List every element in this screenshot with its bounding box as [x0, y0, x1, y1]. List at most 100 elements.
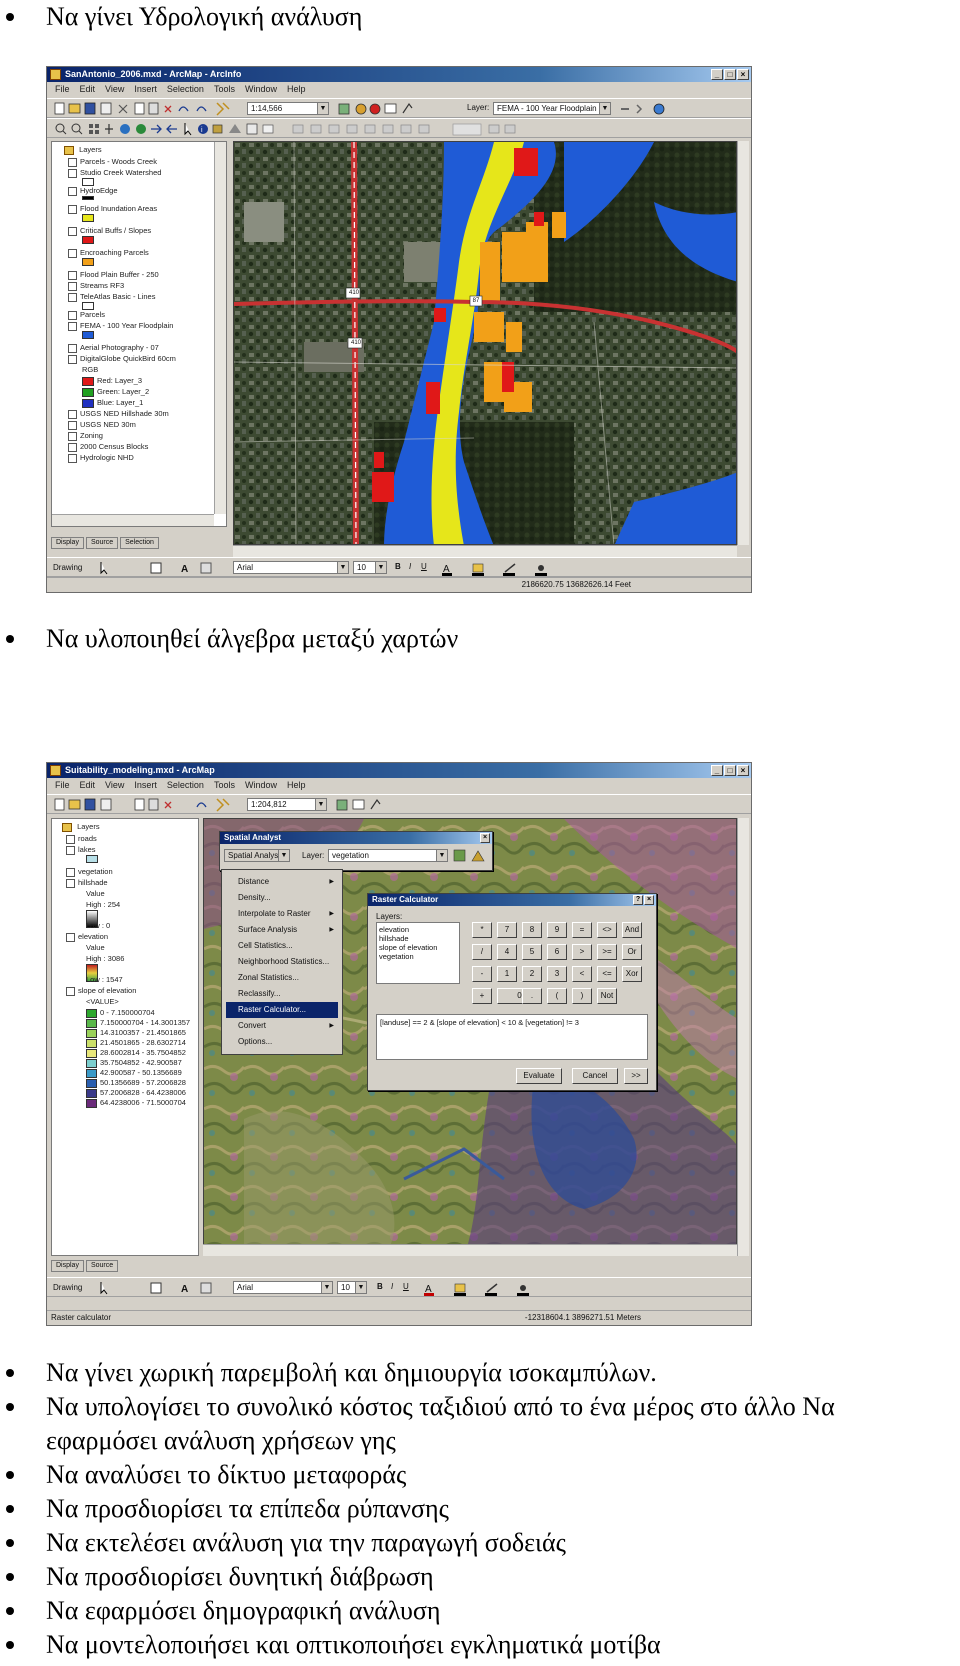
- calc-key[interactable]: *: [472, 922, 492, 938]
- tab-source[interactable]: Source: [85, 537, 119, 549]
- calc-key[interactable]: (: [547, 988, 567, 1004]
- tab-source[interactable]: Source: [85, 1260, 119, 1272]
- calc-key[interactable]: +: [472, 988, 492, 1004]
- editor-toolbar-icons[interactable]: [337, 99, 447, 119]
- map-vscrollbar[interactable]: [737, 141, 749, 545]
- layer-visibility-checkbox[interactable]: [68, 168, 77, 178]
- bold-button[interactable]: B: [395, 562, 401, 571]
- toc-layer-row[interactable]: Studio Creek Watershed: [68, 167, 161, 178]
- toc-layer-row[interactable]: Flood Inundation Areas: [68, 203, 157, 214]
- toc-layer-row[interactable]: USGS NED 30m: [68, 419, 136, 430]
- maximize-button[interactable]: □: [724, 765, 736, 776]
- menu-file[interactable]: File: [55, 778, 70, 792]
- drawing-menu[interactable]: Drawing: [53, 1283, 82, 1292]
- spatial-analyst-icons[interactable]: [452, 848, 488, 864]
- layer-option[interactable]: vegetation: [379, 952, 457, 961]
- menu-help[interactable]: Help: [287, 82, 306, 96]
- toc-layer-row[interactable]: Flood Plain Buffer - 250: [68, 269, 159, 280]
- calc-key[interactable]: 2: [522, 966, 542, 982]
- map-hscrollbar[interactable]: [203, 1244, 737, 1256]
- calc-key[interactable]: .: [522, 988, 542, 1004]
- toc-layer-row[interactable]: lakes: [66, 844, 96, 855]
- calc-key[interactable]: -: [472, 966, 492, 982]
- layer-visibility-checkbox[interactable]: [68, 157, 77, 167]
- map-hscrollbar[interactable]: [233, 545, 737, 557]
- menu-window[interactable]: Window: [245, 778, 277, 792]
- layer-visibility-checkbox[interactable]: [68, 281, 77, 291]
- minimize-button[interactable]: _: [711, 765, 723, 776]
- drawing-menu[interactable]: Drawing: [53, 563, 82, 572]
- menu-item[interactable]: Distance ▶: [226, 874, 338, 890]
- font-combo[interactable]: Arial ▼: [233, 561, 349, 574]
- expression-box[interactable]: [landuse] == 2 & [slope of elevation] < …: [376, 1014, 648, 1060]
- close-button[interactable]: ×: [737, 765, 749, 776]
- toc-layer-row[interactable]: Encroaching Parcels: [68, 247, 149, 258]
- calc-key[interactable]: 9: [547, 922, 567, 938]
- underline-button[interactable]: U: [403, 1282, 409, 1291]
- calc-key[interactable]: >: [572, 944, 592, 960]
- menu-view[interactable]: View: [105, 82, 124, 96]
- layer-visibility-checkbox[interactable]: [68, 431, 77, 441]
- menu-item[interactable]: Interpolate to Raster ▶: [226, 906, 338, 922]
- italic-button[interactable]: I: [409, 562, 411, 571]
- calc-key[interactable]: <: [572, 966, 592, 982]
- toc-layer-row[interactable]: Zoning: [68, 430, 103, 441]
- standard-toolbar-icons[interactable]: [53, 795, 253, 815]
- font-size-combo[interactable]: 10 ▼: [337, 1281, 367, 1294]
- maximize-button[interactable]: □: [724, 69, 736, 80]
- calc-key[interactable]: Not: [597, 988, 617, 1004]
- calc-key[interactable]: =: [572, 922, 592, 938]
- calc-key[interactable]: <>: [597, 922, 617, 938]
- toc-layer-row[interactable]: Parcels: [68, 309, 105, 320]
- layer-visibility-checkbox[interactable]: [66, 845, 75, 855]
- tab-display[interactable]: Display: [51, 1260, 84, 1272]
- menu-file[interactable]: File: [55, 82, 70, 96]
- tab-display[interactable]: Display: [51, 537, 84, 549]
- font-size-combo[interactable]: 10 ▼: [353, 561, 387, 574]
- layers-listbox[interactable]: elevation hillshade slope of elevation v…: [376, 922, 460, 984]
- menu-view[interactable]: View: [105, 778, 124, 792]
- layer-visibility-checkbox[interactable]: [68, 310, 77, 320]
- calc-key[interactable]: 5: [522, 944, 542, 960]
- toc-layer-row[interactable]: slope of elevation: [66, 985, 136, 996]
- menu-insert[interactable]: Insert: [134, 82, 157, 96]
- menu-item[interactable]: Neighborhood Statistics...: [226, 954, 338, 970]
- calc-key[interactable]: Xor: [622, 966, 642, 982]
- calc-key[interactable]: 1: [497, 966, 517, 982]
- toc-layer-row[interactable]: Critical Buffs / Slopes: [68, 225, 151, 236]
- drawing-tools-icons[interactable]: A: [97, 558, 227, 578]
- menu-tools[interactable]: Tools: [214, 82, 235, 96]
- menu-edit[interactable]: Edit: [80, 778, 96, 792]
- menu-edit[interactable]: Edit: [80, 82, 96, 96]
- map-vscrollbar[interactable]: [737, 818, 749, 1256]
- layer-combo[interactable]: FEMA - 100 Year Floodplain ▼: [493, 102, 611, 115]
- underline-button[interactable]: U: [421, 562, 427, 571]
- color-tools-icons[interactable]: A: [421, 1278, 541, 1298]
- menu-item[interactable]: Convert ▶: [226, 1018, 338, 1034]
- layer-visibility-checkbox[interactable]: [68, 248, 77, 258]
- calc-key[interactable]: <=: [597, 966, 617, 982]
- layer-visibility-checkbox[interactable]: [66, 878, 75, 888]
- toc-layer-row[interactable]: Aerial Photography - 07: [68, 342, 159, 353]
- layer-visibility-checkbox[interactable]: [68, 270, 77, 280]
- layer-visibility-checkbox[interactable]: [68, 343, 77, 353]
- toc-hscrollbar[interactable]: [52, 514, 214, 526]
- tools-toolbar-icons[interactable]: i: [53, 119, 533, 139]
- layer-visibility-checkbox[interactable]: [68, 226, 77, 236]
- layer-visibility-checkbox[interactable]: [68, 409, 77, 419]
- calc-key[interactable]: ): [572, 988, 592, 1004]
- layer-combo[interactable]: vegetation ▼: [328, 849, 448, 862]
- toc-layer-row[interactable]: Hydrologic NHD: [68, 452, 134, 463]
- toc-layer-row[interactable]: TeleAtlas Basic - Lines: [68, 291, 155, 302]
- toc-layer-row[interactable]: roads: [66, 833, 97, 844]
- scale-combo[interactable]: 1:204,812 ▼: [247, 798, 327, 811]
- menu-item[interactable]: Raster Calculator...: [226, 1002, 338, 1018]
- toc-layer-row[interactable]: Streams RF3: [68, 280, 124, 291]
- layer-option[interactable]: hillshade: [379, 934, 457, 943]
- calc-key[interactable]: >=: [597, 944, 617, 960]
- evaluate-button[interactable]: Evaluate: [516, 1068, 562, 1084]
- toc-layer-row[interactable]: 2000 Census Blocks: [68, 441, 148, 452]
- layer-visibility-checkbox[interactable]: [68, 292, 77, 302]
- toc-layer-row[interactable]: FEMA - 100 Year Floodplain: [68, 320, 173, 331]
- drawing-tools-icons[interactable]: A: [97, 1278, 227, 1298]
